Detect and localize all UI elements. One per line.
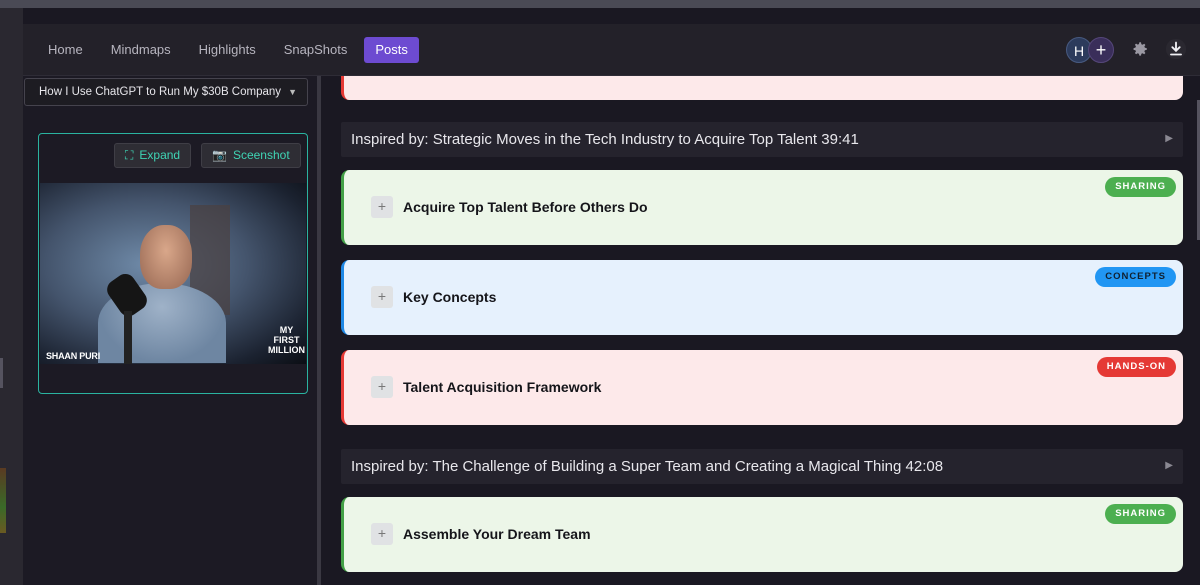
show-logo: MY FIRST MILLION <box>268 325 305 355</box>
nav-posts[interactable]: Posts <box>364 37 419 63</box>
show-logo-line: MILLION <box>268 345 305 355</box>
video-select[interactable]: How I Use ChatGPT to Run My $30B Company… <box>24 78 308 106</box>
post-card-title: Assemble Your Dream Team <box>403 526 591 542</box>
status-badge: SHARING <box>1105 177 1176 197</box>
expand-plus-button[interactable]: + <box>371 196 393 218</box>
top-navbar: Home Mindmaps Highlights SnapShots Posts… <box>23 24 1200 76</box>
nav-highlights[interactable]: Highlights <box>188 37 267 63</box>
video-name-tag: SHAAN PURI <box>46 351 101 361</box>
download-icon-svg <box>1165 38 1187 60</box>
show-logo-line: MY <box>279 325 294 335</box>
download-icon[interactable] <box>1164 38 1188 62</box>
posts-list: Inspired by: Strategic Moves in the Tech… <box>325 76 1200 585</box>
caret-right-icon: ▶ <box>1165 133 1173 144</box>
nav-tools: H + <box>1066 37 1188 63</box>
chevron-down-icon: ▼ <box>288 87 297 97</box>
caret-right-icon: ▶ <box>1165 460 1173 471</box>
expand-icon: ⛶ <box>125 148 134 162</box>
expand-label: Expand <box>139 148 181 162</box>
post-card[interactable]: + Acquire Top Talent Before Others Do SH… <box>341 170 1183 245</box>
video-frame[interactable]: SHAAN PURI MY FIRST MILLION <box>40 183 306 364</box>
background-artifact <box>0 358 3 388</box>
post-card-title: Key Concepts <box>403 289 497 305</box>
left-sidebar: How I Use ChatGPT to Run My $30B Company… <box>23 76 321 585</box>
section-header[interactable]: Inspired by: The Challenge of Building a… <box>341 449 1183 484</box>
screenshot-button[interactable]: 📷 Sceenshot <box>201 143 301 168</box>
video-person-head <box>140 225 192 289</box>
gear-icon-svg <box>1133 42 1147 56</box>
show-logo-line: FIRST <box>273 335 300 345</box>
background-window-edge <box>0 8 23 585</box>
expand-button[interactable]: ⛶ Expand <box>114 143 192 168</box>
post-card-title: Acquire Top Talent Before Others Do <box>403 199 648 215</box>
post-card[interactable]: + Talent Acquisition Framework HANDS-ON <box>341 350 1183 425</box>
add-user-button[interactable]: + <box>1088 37 1114 63</box>
expand-plus-button[interactable]: + <box>371 523 393 545</box>
post-card-title: Talent Acquisition Framework <box>403 379 602 395</box>
section-title: Inspired by: The Challenge of Building a… <box>351 458 944 475</box>
camera-icon: 📷 <box>212 148 227 162</box>
nav-mindmaps[interactable]: Mindmaps <box>100 37 182 63</box>
microphone-arm <box>124 311 132 364</box>
background-artifact <box>0 468 6 533</box>
status-badge: CONCEPTS <box>1095 267 1176 287</box>
post-card[interactable]: + Key Concepts CONCEPTS <box>341 260 1183 335</box>
browser-top-strip <box>0 0 1200 8</box>
main-nav: Home Mindmaps Highlights SnapShots Posts <box>37 37 419 63</box>
section-title: Inspired by: Strategic Moves in the Tech… <box>351 131 859 148</box>
video-player-panel: ⛶ Expand 📷 Sceenshot SHAAN PURI MY FIRST M… <box>38 133 308 394</box>
expand-plus-button[interactable]: + <box>371 376 393 398</box>
post-card-partial[interactable] <box>341 76 1183 100</box>
expand-plus-button[interactable]: + <box>371 286 393 308</box>
status-badge: HANDS-ON <box>1096 357 1176 377</box>
screenshot-label: Sceenshot <box>232 148 290 162</box>
gear-icon[interactable] <box>1130 40 1150 60</box>
section-header[interactable]: Inspired by: Strategic Moves in the Tech… <box>341 122 1183 157</box>
app-window: Home Mindmaps Highlights SnapShots Posts… <box>23 24 1200 585</box>
nav-home[interactable]: Home <box>37 37 94 63</box>
nav-snapshots[interactable]: SnapShots <box>273 37 359 63</box>
video-select-value: How I Use ChatGPT to Run My $30B Company <box>39 86 282 98</box>
post-card[interactable]: + Assemble Your Dream Team SHARING <box>341 497 1183 572</box>
status-badge: SHARING <box>1105 504 1176 524</box>
